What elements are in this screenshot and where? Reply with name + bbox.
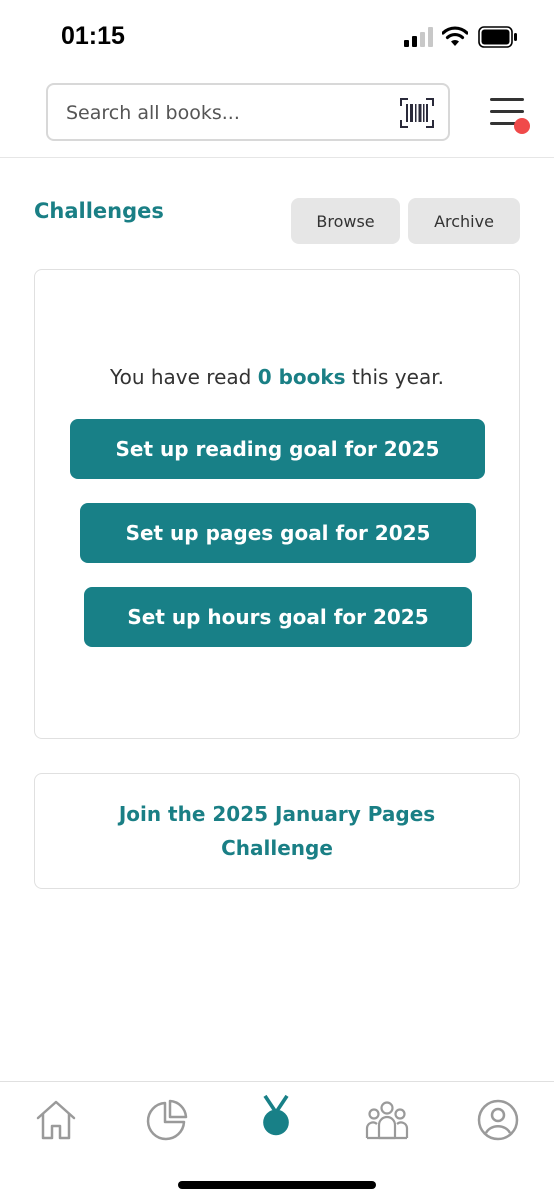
status-bar: 01:15 (0, 0, 554, 76)
search-box[interactable] (46, 83, 450, 141)
search-input[interactable] (66, 98, 386, 128)
archive-button[interactable]: Archive (408, 198, 520, 244)
read-suffix: this year. (351, 365, 444, 389)
join-challenge-card[interactable]: Join the 2025 January Pages Challenge (34, 773, 520, 889)
barcode-scan-icon[interactable] (400, 97, 434, 129)
stats-pie-icon[interactable] (145, 1098, 189, 1142)
profile-icon[interactable] (476, 1098, 520, 1142)
header (0, 76, 554, 158)
read-prefix: You have read (110, 365, 252, 389)
goal-card: You have read 0 books this year. Set up … (34, 269, 520, 739)
read-count: 0 books (257, 365, 346, 389)
challenges-title: Challenges (34, 199, 164, 223)
reading-goal-button[interactable]: Set up reading goal for 2025 (70, 419, 485, 479)
hours-goal-button[interactable]: Set up hours goal for 2025 (84, 587, 472, 647)
read-summary: You have read 0 books this year. (35, 365, 519, 389)
community-icon[interactable] (365, 1098, 409, 1142)
battery-icon (478, 26, 517, 48)
home-indicator[interactable] (178, 1181, 376, 1189)
medal-icon[interactable] (254, 1094, 298, 1138)
browse-button[interactable]: Browse (291, 198, 400, 244)
bottom-nav (0, 1081, 554, 1200)
notification-badge (514, 118, 530, 134)
join-challenge-link[interactable]: Join the 2025 January Pages Challenge (97, 797, 457, 865)
signal-icon (404, 27, 433, 47)
screen: 01:15 Search all books... Challenges Bro… (0, 0, 554, 1200)
pages-goal-button[interactable]: Set up pages goal for 2025 (80, 503, 476, 563)
status-time: 01:15 (61, 22, 125, 50)
hamburger-menu-icon[interactable] (488, 94, 532, 136)
wifi-icon (442, 26, 468, 46)
home-icon[interactable] (34, 1098, 78, 1142)
